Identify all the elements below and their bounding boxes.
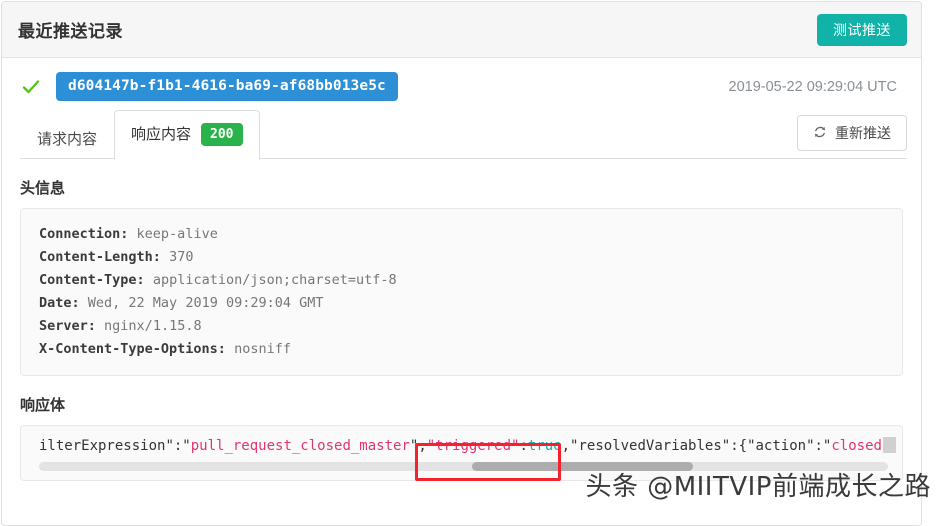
tab-request[interactable]: 请求内容 <box>20 119 114 160</box>
header-value: 370 <box>169 249 194 265</box>
delivery-timestamp: 2019-05-22 09:29:04 UTC <box>728 78 897 95</box>
header-row: X-Content-Type-Options: nosniff <box>39 338 884 361</box>
json-token-str: pull_request_closed_master <box>190 438 410 454</box>
delivery-uuid-badge[interactable]: d604147b-f1b1-4616-ba69-af68bb013e5c <box>56 72 398 101</box>
headers-section: 头信息 Connection: keep-alive Content-Lengt… <box>2 177 921 376</box>
tab-response-label: 响应内容 <box>131 126 192 143</box>
tab-response[interactable]: 响应内容 200 <box>114 110 260 160</box>
json-token-str: "triggered" <box>426 438 520 454</box>
header-value: nosniff <box>234 341 291 357</box>
header-key: Connection: <box>39 226 129 242</box>
header-key: Content-Length: <box>39 249 161 265</box>
json-token-key: resolvedVariables <box>578 438 722 454</box>
recent-deliveries-card: 最近推送记录 测试推送 d604147b-f1b1-4616-ba69-af68… <box>1 1 922 526</box>
header-value: Wed, 22 May 2019 09:29:04 GMT <box>87 295 324 311</box>
header-row: Content-Length: 370 <box>39 246 884 269</box>
header-row: Date: Wed, 22 May 2019 09:29:04 GMT <box>39 292 884 315</box>
json-token-punct: ":" <box>806 438 832 454</box>
check-icon <box>20 76 42 98</box>
tab-list: 请求内容 响应内容 200 <box>20 110 260 160</box>
header-row: Server: nginx/1.15.8 <box>39 315 884 338</box>
json-token-punct: : <box>519 438 528 454</box>
test-push-button[interactable]: 测试推送 <box>817 13 907 46</box>
redeliver-label: 重新推送 <box>835 125 891 141</box>
header-row: Content-Type: application/json;charset=u… <box>39 269 884 292</box>
headers-section-title: 头信息 <box>20 180 66 197</box>
json-token-punct: ":{" <box>721 438 756 454</box>
card-header: 最近推送记录 测试推送 <box>2 2 921 58</box>
page-title: 最近推送记录 <box>18 22 123 41</box>
header-row: Connection: keep-alive <box>39 223 884 246</box>
delivery-summary-row: d604147b-f1b1-4616-ba69-af68bb013e5c 201… <box>2 58 921 111</box>
redeliver-button[interactable]: 重新推送 <box>797 115 907 151</box>
json-token-str: closed <box>831 438 882 454</box>
json-token-punct: ," <box>561 438 579 454</box>
watermark: 头条 @MIITVIP前端成长之路 <box>585 472 931 502</box>
tab-request-label: 请求内容 <box>37 131 98 148</box>
tabs-bar: 请求内容 响应内容 200 重新推送 <box>2 110 921 160</box>
header-value: nginx/1.15.8 <box>104 318 202 334</box>
refresh-icon <box>813 125 827 141</box>
header-key: Date: <box>39 295 80 311</box>
header-key: X-Content-Type-Options: <box>39 341 226 357</box>
json-token-punct: ":" <box>165 438 191 454</box>
header-key: Content-Type: <box>39 272 145 288</box>
json-token-bool: true <box>527 438 562 454</box>
json-token-punct: ", <box>409 438 427 454</box>
text-cursor-block <box>882 437 896 453</box>
json-token-key: action <box>755 438 807 454</box>
json-token-key: ilterExpression <box>39 438 166 454</box>
status-badge: 200 <box>201 123 243 146</box>
header-value: application/json;charset=utf-8 <box>152 272 397 288</box>
response-body-line: ilterExpression":"pull_request_closed_ma… <box>21 436 902 456</box>
headers-panel: Connection: keep-alive Content-Length: 3… <box>20 208 903 376</box>
body-section-title: 响应体 <box>20 397 66 414</box>
header-key: Server: <box>39 318 96 334</box>
header-value: keep-alive <box>136 226 218 242</box>
